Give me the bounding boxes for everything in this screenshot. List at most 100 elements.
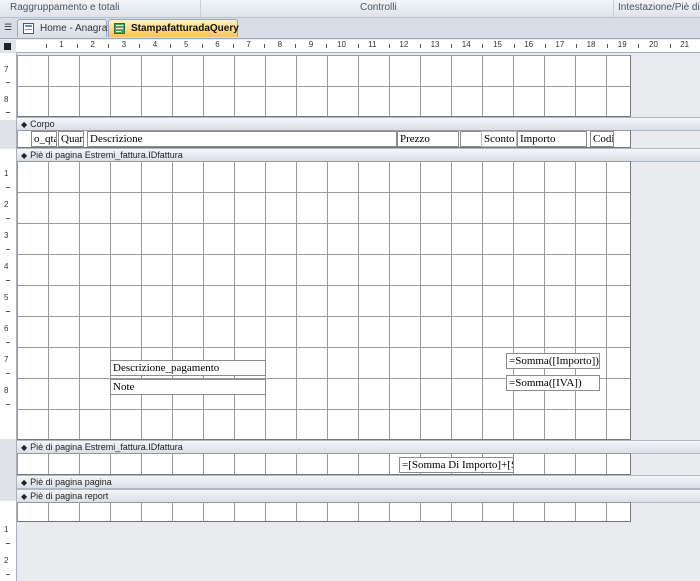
textbox-somma-iva[interactable]: =Somma([IVA]) xyxy=(506,375,600,391)
section-arrow-icon: ◆ xyxy=(21,478,28,487)
ruler-tick xyxy=(139,44,141,48)
ruler-number: 2 xyxy=(90,40,95,49)
textbox-descrizione-pagamento[interactable]: Descrizione_pagamento xyxy=(110,360,266,376)
ruler-tick xyxy=(45,44,47,48)
report-selector[interactable] xyxy=(0,40,17,53)
textbox-importo[interactable]: Importo xyxy=(517,131,587,147)
vertical-ruler[interactable]: 78 12345678 12 xyxy=(0,53,17,581)
ribbon-group-controls: Controlli xyxy=(360,2,397,13)
ruler-number: 6 xyxy=(215,40,220,49)
section-pie-estremi-fattura-2[interactable]: =[Somma Di Importo]+[So xyxy=(17,453,631,475)
tab-home-anagrafica[interactable]: Home - Anagrafica xyxy=(17,19,123,37)
vruler-segment-bottom: 12 xyxy=(0,501,16,581)
ruler-tick xyxy=(6,310,10,312)
ruler-tick xyxy=(482,44,484,48)
ruler-tick xyxy=(420,44,421,48)
vruler-segment-footer: 1 2 3 4 5 6 7 8 xyxy=(0,161,16,439)
tab-label: StampafatturadaQuery xyxy=(131,23,239,34)
ribbon-group-grouping-totals: Raggruppamento e totali xyxy=(10,2,120,13)
ruler-number: 6 xyxy=(4,324,9,333)
ruler-number: 18 xyxy=(586,40,596,49)
textbox-sconto[interactable]: Sconto xyxy=(481,131,517,147)
textbox-descrizione[interactable]: Descrizione xyxy=(87,131,397,147)
ruler-tick xyxy=(6,279,10,281)
ruler-number: 11 xyxy=(368,40,377,49)
section-label: Piè di pagina pagina xyxy=(30,477,112,487)
ruler-tick xyxy=(6,186,10,188)
ruler-number: 3 xyxy=(121,40,127,49)
ruler-tick xyxy=(6,112,10,113)
ruler-number: 7 xyxy=(4,355,9,364)
textbox-codice[interactable]: Codi xyxy=(590,131,614,147)
ruler-tick xyxy=(6,82,10,83)
vruler-spacer xyxy=(0,120,16,149)
section-label: Piè di pagina report xyxy=(30,491,109,501)
textbox-somma-totale[interactable]: =[Somma Di Importo]+[So xyxy=(399,457,514,473)
ribbon-group-bar: Raggruppamento e totali Controlli Intest… xyxy=(0,0,700,18)
section-label: Corpo xyxy=(30,119,55,129)
ribbon-group-header-footer: Intestazione/Piè di p xyxy=(618,2,700,13)
ruler-number: 4 xyxy=(4,262,9,271)
ribbon-separator xyxy=(613,0,614,17)
ruler-number: 3 xyxy=(4,231,9,240)
ruler-tick xyxy=(388,44,390,48)
ruler-tick xyxy=(232,44,234,48)
ruler-number: 8 xyxy=(4,95,9,104)
section-corpo[interactable]: o_qta Quan Descrizione Prezzo Sconto Imp… xyxy=(17,130,631,148)
navigation-pane-icon[interactable]: ☰ xyxy=(2,21,14,33)
ruler-number: 5 xyxy=(4,293,9,302)
ruler-number: 12 xyxy=(399,40,409,49)
textbox-qta[interactable]: o_qta xyxy=(31,131,57,147)
ruler-number: 13 xyxy=(430,40,440,49)
ruler-number: 5 xyxy=(184,40,189,49)
ruler-number: 1 xyxy=(59,40,64,49)
ruler-number: 7 xyxy=(4,65,9,74)
section-label: Piè di pagina Estremi_fattura.IDfattura xyxy=(30,442,183,452)
ruler-number: 8 xyxy=(4,386,9,395)
ruler-number: 2 xyxy=(4,200,9,209)
textbox-note[interactable]: Note xyxy=(110,379,266,395)
ruler-tick xyxy=(6,403,10,405)
section-bar-corpo[interactable]: ◆ Corpo xyxy=(17,117,700,131)
textbox-blank[interactable] xyxy=(460,131,482,147)
horizontal-ruler[interactable]: 1 2 3 4 5 6 7 8 9 10 11 12 13 14 15 16 17 18 19 20 21 xyxy=(16,40,700,53)
ruler-tick xyxy=(638,44,640,48)
tab-stampafatturadaquery[interactable]: StampafatturadaQuery xyxy=(108,19,239,37)
textbox-somma-importo[interactable]: =Somma([Importo]) xyxy=(506,353,600,369)
ruler-tick xyxy=(326,44,328,48)
ruler-tick xyxy=(544,44,546,48)
ruler-number: 17 xyxy=(555,40,565,49)
section-pie-report[interactable] xyxy=(17,502,631,522)
section-bar-pie-pagina[interactable]: ◆ Piè di pagina pagina xyxy=(17,475,700,489)
section-pie-estremi-fattura[interactable]: Descrizione_pagamento Note =Somma([Impor… xyxy=(17,161,631,440)
ruler-number: 15 xyxy=(493,40,502,49)
textbox-prezzo[interactable]: Prezzo xyxy=(397,131,459,147)
ruler-number: 1 xyxy=(4,169,9,178)
ruler-tick xyxy=(357,44,359,48)
document-tabs: ☰ Home - Anagrafica StampafatturadaQuery xyxy=(0,18,700,39)
ruler-tick xyxy=(170,44,172,48)
ruler-tick xyxy=(201,44,203,48)
section-bar-pie-estremi-fattura-2[interactable]: ◆ Piè di pagina Estremi_fattura.IDfattura xyxy=(17,440,700,454)
ruler-tick xyxy=(108,44,109,48)
ruler-number: 4 xyxy=(152,40,158,49)
section-label: Piè di pagina Estremi_fattura.IDfattura xyxy=(30,150,183,160)
ruler-tick xyxy=(607,44,609,48)
ruler-tick xyxy=(6,217,10,219)
ruler-number: 8 xyxy=(277,40,283,49)
ruler-tick xyxy=(6,573,10,575)
ruler-number: 21 xyxy=(680,40,690,49)
report-icon xyxy=(114,23,125,34)
ruler-tick xyxy=(451,44,453,48)
ruler-tick xyxy=(576,44,577,48)
ruler-tick xyxy=(669,44,671,48)
ruler-tick xyxy=(6,372,10,374)
section-header-area[interactable] xyxy=(17,55,631,117)
section-bar-pie-report[interactable]: ◆ Piè di pagina report xyxy=(17,489,700,503)
ruler-tick xyxy=(6,341,10,343)
vruler-segment-top: 78 xyxy=(0,57,16,120)
section-bar-pie-estremi-fattura[interactable]: ◆ Piè di pagina Estremi_fattura.IDfattura xyxy=(17,148,700,162)
textbox-quantita[interactable]: Quan xyxy=(58,131,84,147)
ruler-tick xyxy=(295,44,297,48)
vruler-spacer xyxy=(0,439,16,501)
